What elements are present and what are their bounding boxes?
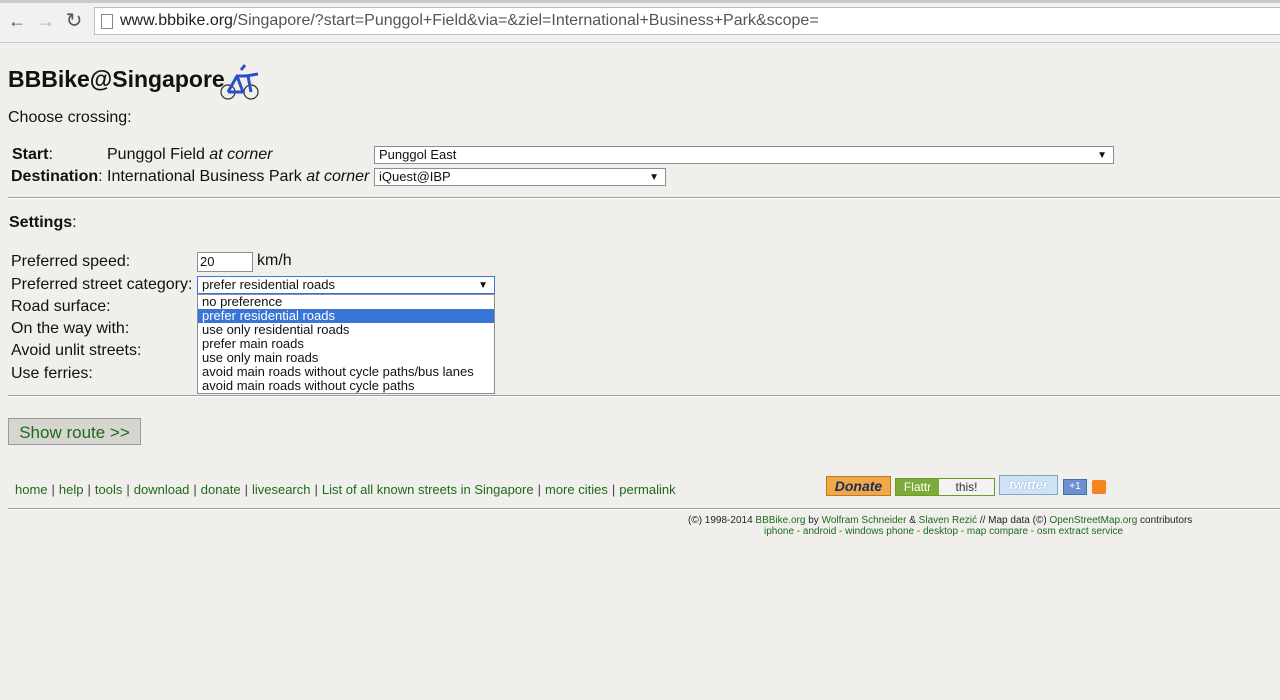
- separator: |: [611, 482, 616, 497]
- copyright-line: (©) 1998-2014 BBBike.org by Wolfram Schn…: [688, 515, 1192, 526]
- chevron-down-icon: ▼: [478, 280, 488, 291]
- dropdown-option[interactable]: avoid main roads without cycle paths/bus…: [198, 365, 494, 379]
- settings-heading: Settings:: [9, 214, 77, 232]
- start-at-corner: at corner: [209, 146, 273, 163]
- street-category-label: Preferred street category:: [11, 276, 193, 293]
- road-surface-label: Road surface:: [11, 298, 111, 315]
- link-donate[interactable]: donate: [201, 482, 241, 497]
- preferred-speed-label: Preferred speed:: [11, 253, 131, 270]
- link-help[interactable]: help: [59, 482, 84, 497]
- dropdown-option-selected[interactable]: prefer residential roads: [198, 309, 494, 323]
- platform-links[interactable]: iphone - android - windows phone - deskt…: [764, 526, 1123, 537]
- start-crossing-select[interactable]: Punggol East ▼: [374, 146, 1114, 164]
- choose-crossing-label: Choose crossing:: [8, 109, 132, 126]
- separator: |: [314, 482, 318, 497]
- settings-heading-colon: :: [72, 214, 77, 231]
- on-the-way-label: On the way with:: [11, 320, 130, 337]
- separator: |: [126, 482, 130, 497]
- start-label-colon: :: [48, 146, 53, 163]
- copyright-mapdata: // Map data (©): [979, 515, 1047, 526]
- tab-strip: [0, 0, 1280, 3]
- dropdown-option[interactable]: avoid main roads without cycle paths: [198, 379, 494, 393]
- divider: [8, 508, 1280, 510]
- start-street-name: Punggol Field: [107, 146, 205, 163]
- start-street: Punggol Field at corner: [107, 146, 272, 164]
- dropdown-option[interactable]: use only residential roads: [198, 323, 494, 337]
- dropdown-option[interactable]: no preference: [198, 295, 494, 309]
- link-home[interactable]: home: [15, 482, 48, 497]
- address-bar[interactable]: www.bbbike.org/Singapore/?start=Punggol+…: [94, 7, 1280, 35]
- destination-label-text: Destination: [11, 168, 99, 185]
- divider: [8, 395, 1280, 397]
- link-tools[interactable]: tools: [95, 482, 122, 497]
- link-download[interactable]: download: [134, 482, 190, 497]
- separator: |: [193, 482, 197, 497]
- link-livesearch[interactable]: livesearch: [252, 482, 311, 497]
- destination-street: International Business Park at corner: [107, 168, 369, 186]
- copyright-by: by: [808, 515, 819, 526]
- speed-unit: km/h: [257, 252, 292, 269]
- flattr-this-label: this!: [939, 479, 994, 495]
- destination-label-colon: :: [98, 168, 103, 185]
- use-ferries-label: Use ferries:: [11, 365, 93, 382]
- show-route-button[interactable]: Show route >>: [8, 418, 141, 445]
- browser-toolbar: ← → ↻ www.bbbike.org/Singapore/?start=Pu…: [0, 0, 1280, 43]
- chevron-down-icon: ▼: [649, 172, 659, 183]
- link-permalink[interactable]: permalink: [619, 482, 675, 497]
- start-label-text: Start: [12, 146, 49, 163]
- street-category-dropdown: no preference prefer residential roads u…: [197, 294, 495, 394]
- separator: |: [51, 482, 55, 497]
- separator: |: [537, 482, 541, 497]
- dropdown-option[interactable]: prefer main roads: [198, 337, 494, 351]
- forward-arrow-icon[interactable]: →: [36, 10, 56, 32]
- reload-icon[interactable]: ↻: [64, 10, 84, 32]
- destination-label: Destination:: [11, 168, 103, 186]
- bicycle-logo-icon[interactable]: [217, 62, 263, 104]
- google-plus-one-badge[interactable]: +1: [1063, 479, 1087, 495]
- page-title: BBBike@Singapore: [8, 66, 225, 92]
- destination-at-corner: at corner: [306, 168, 370, 185]
- link-openstreetmap[interactable]: OpenStreetMap.org: [1049, 515, 1137, 526]
- page-icon: [101, 14, 113, 29]
- link-author-wolfram[interactable]: Wolfram Schneider: [822, 515, 907, 526]
- separator: |: [244, 482, 248, 497]
- flattr-label: Flattr: [896, 479, 939, 495]
- avoid-unlit-label: Avoid unlit streets:: [11, 342, 142, 359]
- link-bbbike-org[interactable]: BBBike.org: [755, 515, 805, 526]
- destination-crossing-value: iQuest@IBP: [379, 169, 451, 184]
- flattr-badge[interactable]: Flattr this!: [895, 478, 995, 496]
- link-more-cities[interactable]: more cities: [545, 482, 608, 497]
- link-streets-list[interactable]: List of all known streets in Singapore: [322, 482, 534, 497]
- back-arrow-icon[interactable]: ←: [7, 10, 27, 32]
- twitter-badge[interactable]: twitter: [999, 475, 1058, 495]
- url-path: /Singapore/?start=Punggol+Field&via=&zie…: [232, 12, 819, 29]
- destination-street-name: International Business Park: [107, 168, 302, 185]
- footer-links: home | help | tools | download | donate | livesear…: [15, 482, 676, 497]
- donate-badge[interactable]: Donate: [826, 476, 891, 496]
- link-author-slaven[interactable]: Slaven Rezić: [919, 515, 977, 526]
- url-host: www.bbbike.org: [120, 12, 233, 29]
- chevron-down-icon: ▼: [1097, 150, 1107, 161]
- copyright-contributors: contributors: [1140, 515, 1193, 526]
- start-crossing-value: Punggol East: [379, 147, 457, 162]
- destination-crossing-select[interactable]: iQuest@IBP ▼: [374, 168, 666, 186]
- start-label: Start:: [12, 146, 53, 164]
- copyright-and: &: [909, 515, 916, 526]
- settings-heading-text: Settings: [9, 214, 73, 231]
- address-url: www.bbbike.org/Singapore/?start=Punggol+…: [120, 12, 819, 30]
- divider: [8, 197, 1280, 199]
- dropdown-option[interactable]: use only main roads: [198, 351, 494, 365]
- separator: |: [87, 482, 91, 497]
- street-category-select[interactable]: prefer residential roads ▼: [197, 276, 495, 294]
- rss-icon[interactable]: [1092, 480, 1106, 494]
- copyright-prefix: (©) 1998-2014: [688, 515, 753, 526]
- speed-input[interactable]: 20: [197, 252, 253, 272]
- street-category-value: prefer residential roads: [202, 277, 335, 292]
